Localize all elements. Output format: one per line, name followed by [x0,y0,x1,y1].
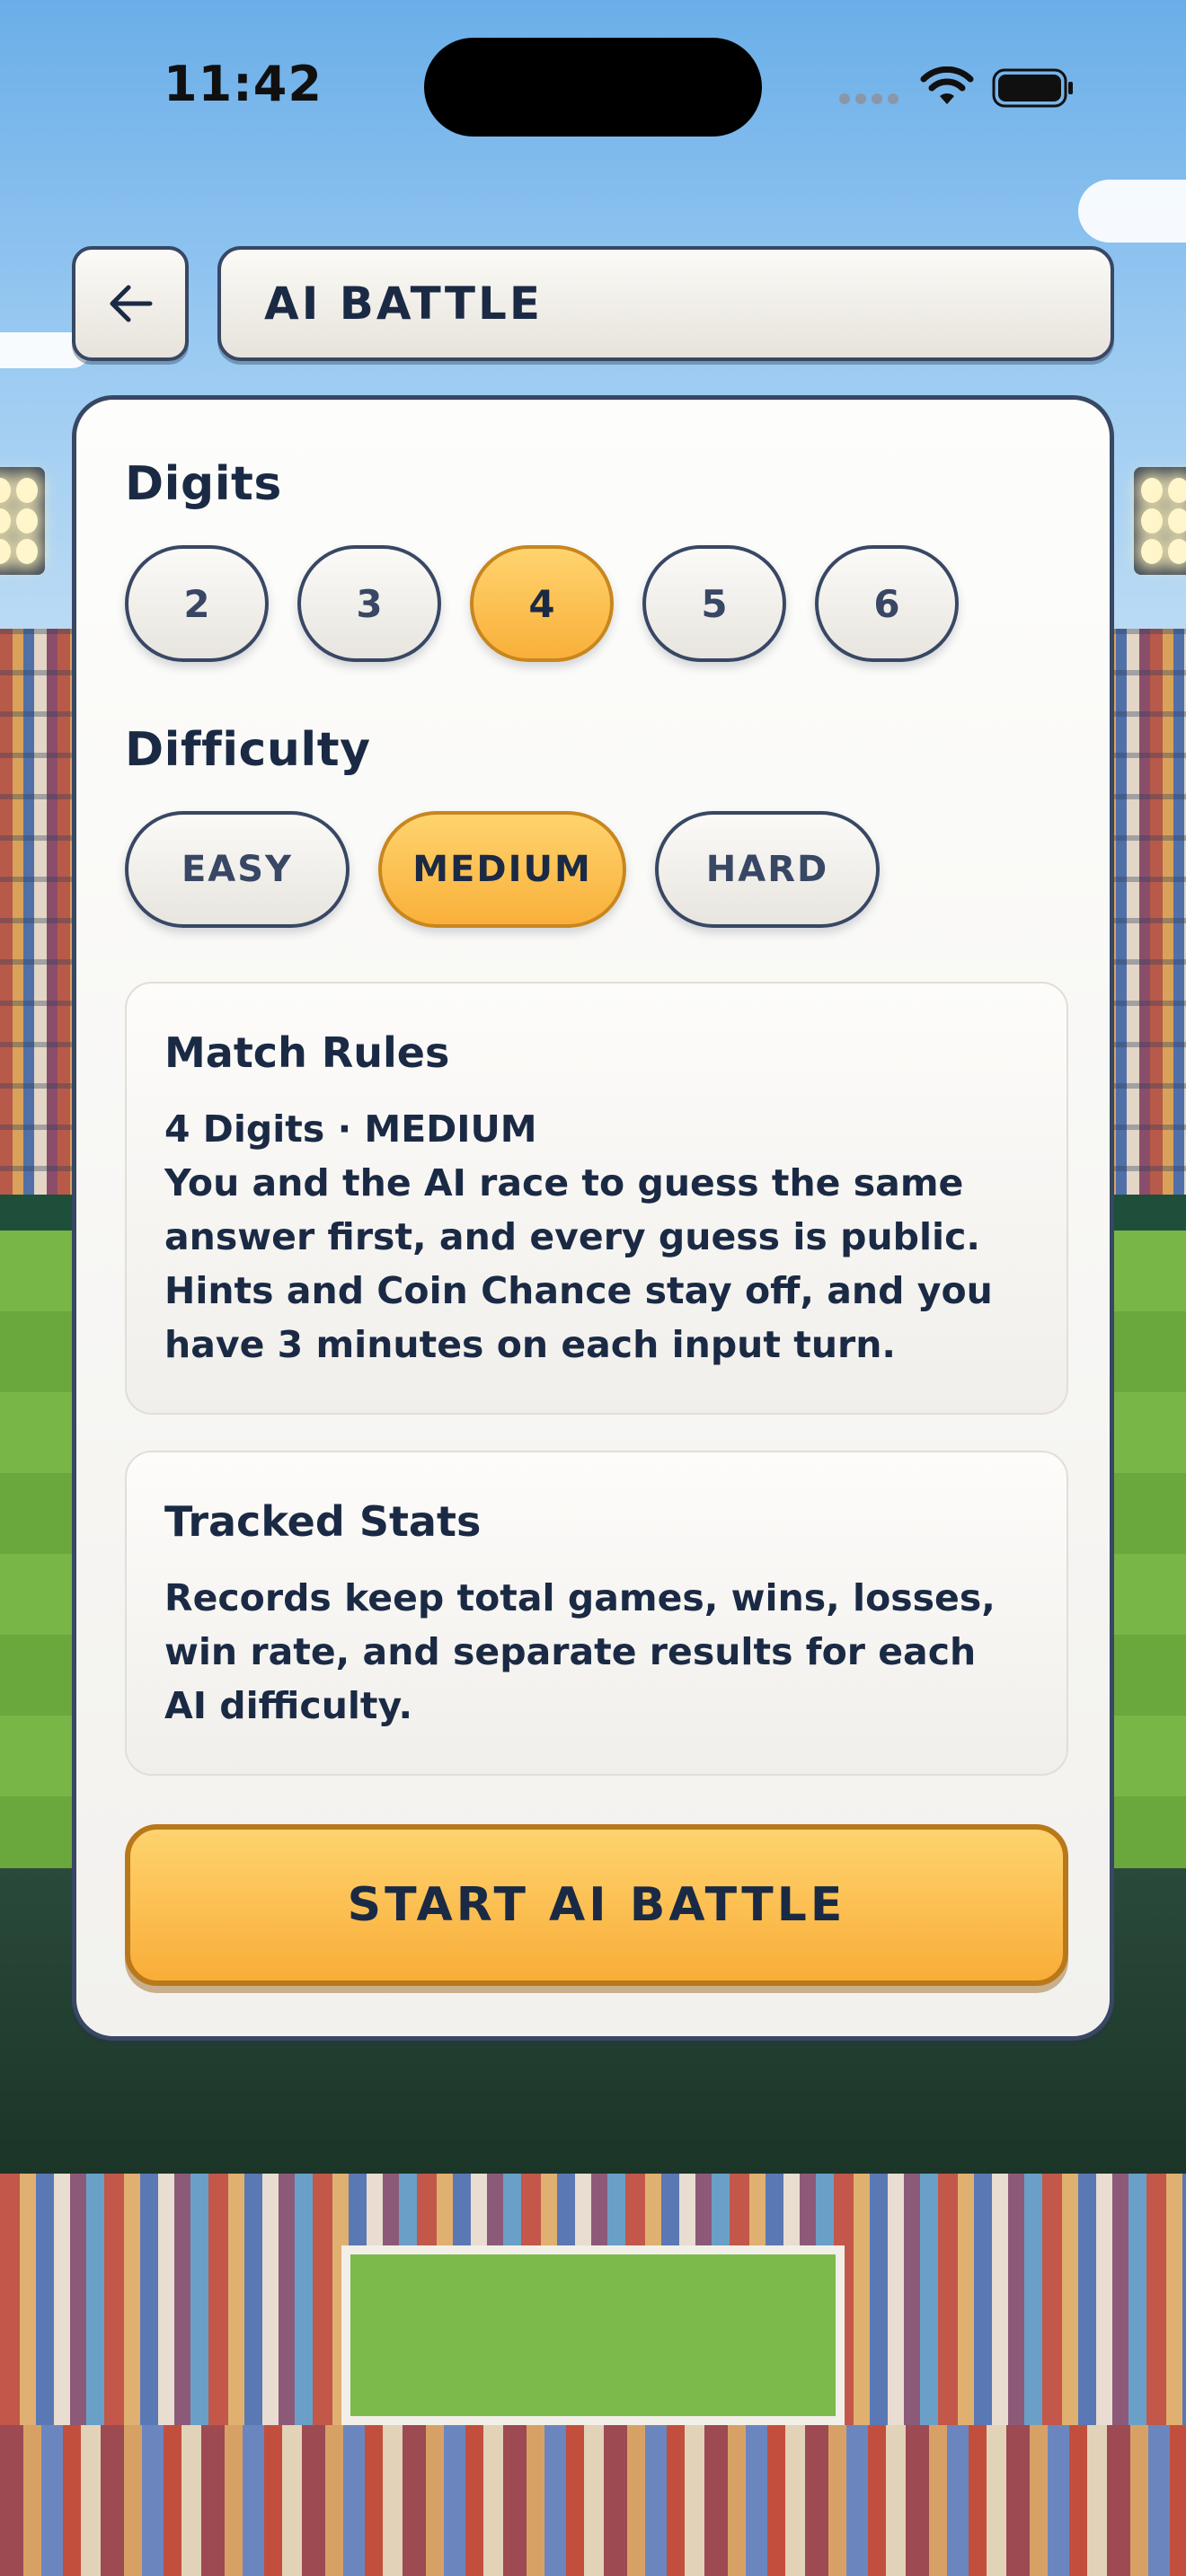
digit-option-label: 2 [183,581,210,626]
digits-selector: 2 3 4 5 6 [125,545,959,662]
battery-icon [992,68,1073,108]
match-rules-title: Match Rules [164,1028,450,1077]
match-rules-summary: 4 Digits · MEDIUM [164,1107,537,1151]
difficulty-medium[interactable]: MEDIUM [378,811,626,928]
stadium-light-left [0,467,45,575]
tracked-stats-title: Tracked Stats [164,1497,482,1546]
lower-field [341,2245,845,2425]
cellular-signal-icon [839,93,898,104]
digit-option-label: 6 [873,581,900,626]
stadium-light-right [1134,467,1186,575]
settings-panel: Digits 2 3 4 5 6 Difficulty EASY MEDIUM … [72,395,1114,2041]
tracked-stats-body: Records keep total games, wins, losses, … [164,1576,996,1727]
dynamic-island [424,38,762,137]
difficulty-heading: Difficulty [125,723,371,777]
match-rules-body: You and the AI race to guess the same an… [164,1161,993,1366]
digit-option-2[interactable]: 2 [125,545,269,662]
difficulty-easy[interactable]: EASY [125,811,350,928]
wifi-icon [920,66,974,104]
page-title: AI BATTLE [264,278,544,330]
digit-option-4[interactable]: 4 [470,545,614,662]
start-button-label: START AI BATTLE [347,1878,846,1932]
digit-option-6[interactable]: 6 [815,545,959,662]
title-bar: AI BATTLE [217,246,1114,361]
back-button[interactable] [72,246,189,361]
digits-heading: Digits [125,457,282,511]
difficulty-option-label: MEDIUM [412,849,592,890]
cloud [1078,180,1186,243]
difficulty-hard[interactable]: HARD [655,811,880,928]
status-bar: 11:42 [0,0,1186,171]
difficulty-option-label: EASY [181,849,294,890]
match-rules-card: Match Rules 4 Digits · MEDIUM You and th… [125,982,1068,1415]
start-ai-battle-button[interactable]: START AI BATTLE [125,1824,1068,1986]
tracked-stats-card: Tracked Stats Records keep total games, … [125,1451,1068,1776]
digit-option-5[interactable]: 5 [642,545,786,662]
difficulty-option-label: HARD [705,849,829,890]
digit-option-label: 5 [701,581,728,626]
status-time: 11:42 [164,56,323,112]
digit-option-label: 4 [528,581,555,626]
lower-crowd [0,2425,1186,2576]
arrow-left-icon [110,285,153,322]
digit-option-3[interactable]: 3 [297,545,441,662]
digit-option-label: 3 [356,581,383,626]
difficulty-selector: EASY MEDIUM HARD [125,811,880,928]
